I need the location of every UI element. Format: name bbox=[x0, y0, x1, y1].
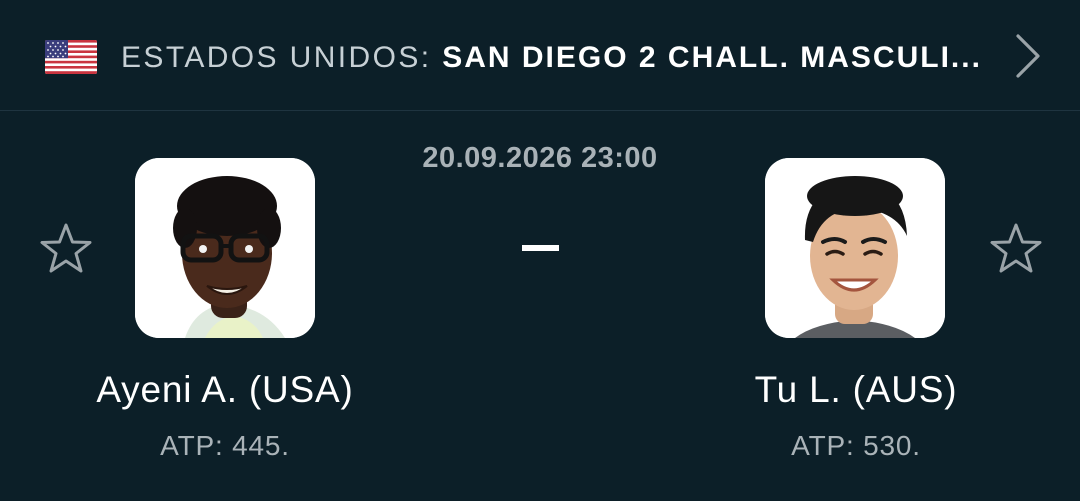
usa-flag-icon bbox=[45, 40, 97, 74]
score-separator bbox=[522, 245, 559, 251]
home-player-rank: ATP: 445. bbox=[160, 430, 290, 461]
away-player-avatar[interactable] bbox=[765, 158, 945, 338]
favorite-home-star-icon[interactable] bbox=[37, 221, 95, 279]
favorite-away-star-icon[interactable] bbox=[987, 221, 1045, 279]
chevron-right-icon[interactable] bbox=[1008, 30, 1048, 82]
tournament-breadcrumb[interactable]: ESTADOS UNIDOS: SAN DIEGO 2 CHALL. MASCU… bbox=[121, 38, 982, 78]
tournament-name: SAN DIEGO 2 CHALL. MASCULI... bbox=[442, 41, 982, 74]
away-player-rank: ATP: 530. bbox=[791, 430, 921, 461]
country-label: ESTADOS UNIDOS: bbox=[121, 41, 443, 74]
home-player-name[interactable]: Ayeni A. (USA) bbox=[45, 366, 405, 414]
tournament-header[interactable]: ESTADOS UNIDOS: SAN DIEGO 2 CHALL. MASCU… bbox=[0, 0, 1080, 111]
home-player-avatar[interactable] bbox=[135, 158, 315, 338]
away-player-name[interactable]: Tu L. (AUS) bbox=[676, 366, 1036, 414]
match-detail-screen: ESTADOS UNIDOS: SAN DIEGO 2 CHALL. MASCU… bbox=[0, 0, 1080, 501]
